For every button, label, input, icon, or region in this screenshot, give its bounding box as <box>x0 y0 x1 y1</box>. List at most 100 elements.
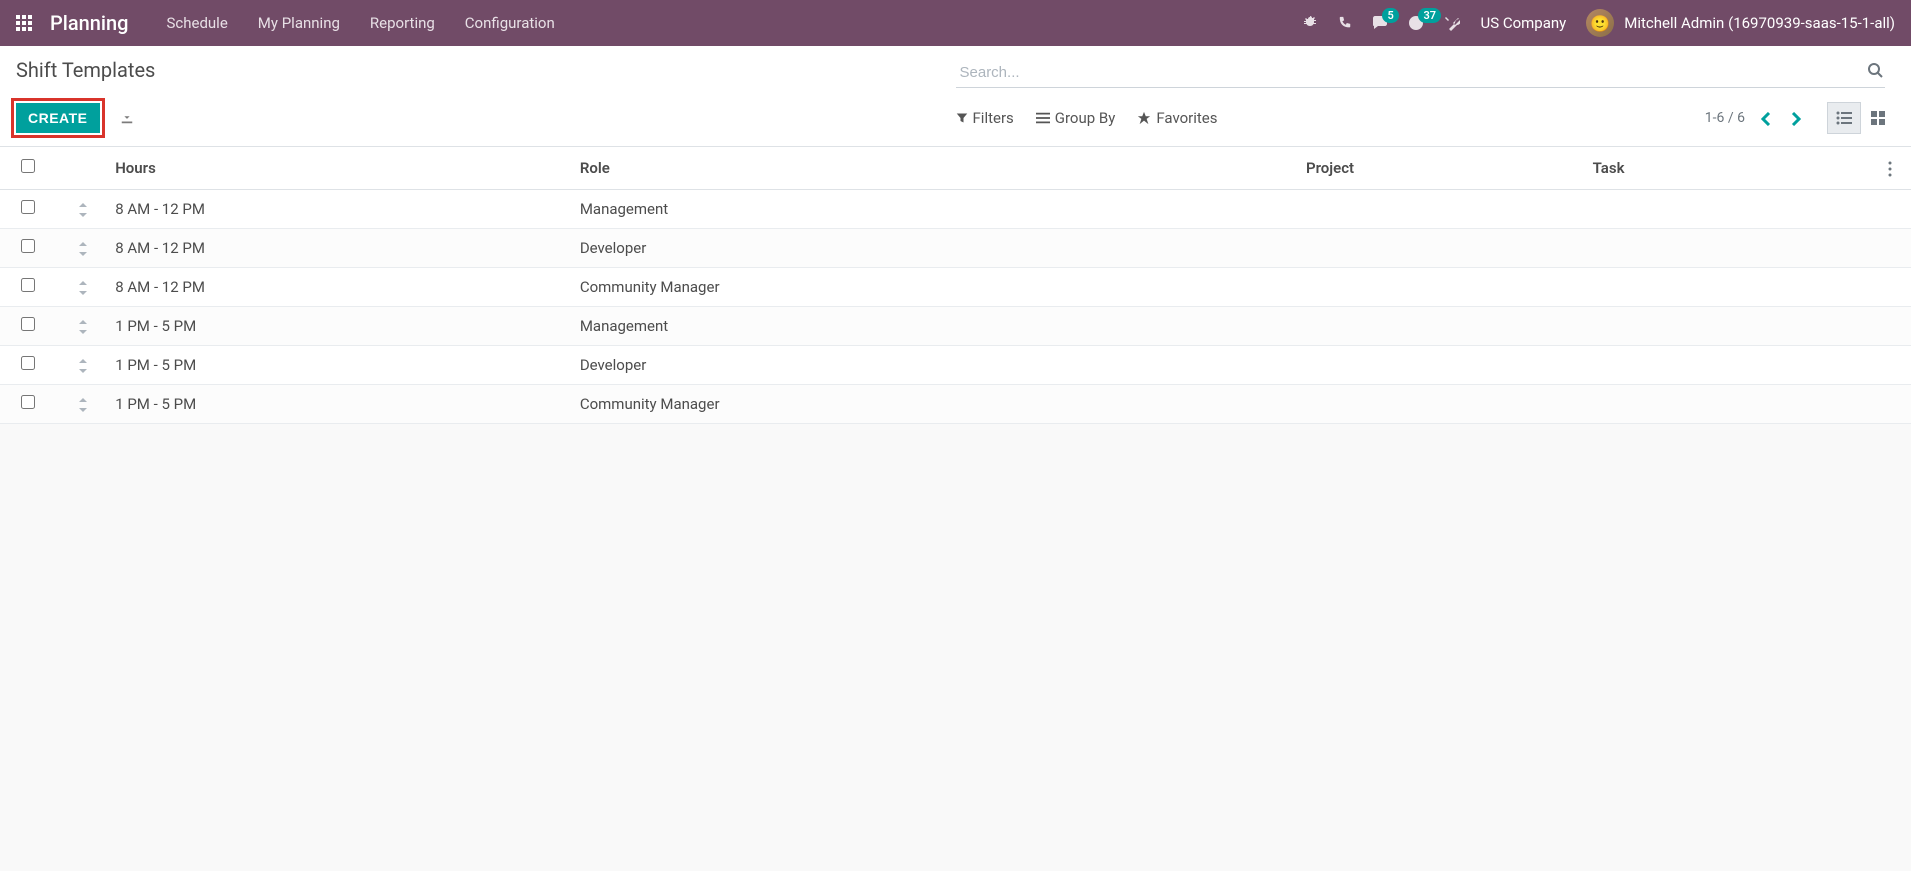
filters-label: Filters <box>973 109 1014 127</box>
table-row[interactable]: 8 AM - 12 PMDeveloper <box>0 229 1911 268</box>
cell-task[interactable] <box>1583 385 1870 424</box>
cell-role[interactable]: Management <box>570 190 1296 229</box>
cell-project[interactable] <box>1296 307 1583 346</box>
groupby-button[interactable]: Group By <box>1036 109 1116 127</box>
row-checkbox[interactable] <box>21 200 35 214</box>
cell-hours[interactable]: 8 AM - 12 PM <box>111 229 570 268</box>
header-checkbox-cell <box>0 147 56 190</box>
cell-spacer <box>1869 346 1911 385</box>
export-icon[interactable] <box>120 110 134 126</box>
row-checkbox[interactable] <box>21 278 35 292</box>
drag-handle-icon[interactable] <box>78 200 88 218</box>
conversations-icon[interactable]: 5 <box>1372 15 1388 31</box>
cell-hours[interactable]: 8 AM - 12 PM <box>111 190 570 229</box>
row-handle[interactable] <box>56 229 112 268</box>
pager-prev-icon[interactable] <box>1757 108 1775 129</box>
header-role[interactable]: Role <box>570 147 1296 190</box>
search-icon[interactable] <box>1867 62 1883 78</box>
row-checkbox[interactable] <box>21 356 35 370</box>
nav-right: 5 37 US Company 🙂 Mitchell Admin (169709… <box>1302 9 1895 37</box>
page-title: Shift Templates <box>16 58 155 82</box>
cell-role[interactable]: Developer <box>570 229 1296 268</box>
nav-item-schedule[interactable]: Schedule <box>166 14 227 32</box>
cell-role[interactable]: Developer <box>570 346 1296 385</box>
cell-role[interactable]: Community Manager <box>570 385 1296 424</box>
table-row[interactable]: 1 PM - 5 PMDeveloper <box>0 346 1911 385</box>
row-checkbox[interactable] <box>21 239 35 253</box>
create-button[interactable]: CREATE <box>16 103 100 133</box>
select-all-checkbox[interactable] <box>21 159 35 173</box>
cp-bottom: CREATE Filters Group By Favorites 1-6 / … <box>16 88 1895 146</box>
row-checkbox[interactable] <box>21 317 35 331</box>
pager: 1-6 / 6 <box>1705 102 1895 134</box>
filters-button[interactable]: Filters <box>956 109 1014 127</box>
row-checkbox[interactable] <box>21 395 35 409</box>
cell-project[interactable] <box>1296 229 1583 268</box>
phone-icon[interactable] <box>1338 16 1352 30</box>
cell-task[interactable] <box>1583 268 1870 307</box>
nav-menu: Schedule My Planning Reporting Configura… <box>166 14 554 32</box>
cell-task[interactable] <box>1583 229 1870 268</box>
table-row[interactable]: 1 PM - 5 PMManagement <box>0 307 1911 346</box>
user-menu[interactable]: 🙂 Mitchell Admin (16970939-saas-15-1-all… <box>1586 9 1895 37</box>
table-header-row: Hours Role Project Task <box>0 147 1911 190</box>
drag-handle-icon[interactable] <box>78 317 88 335</box>
row-handle[interactable] <box>56 268 112 307</box>
cell-spacer <box>1869 190 1911 229</box>
groupby-label: Group By <box>1055 109 1116 127</box>
pager-next-icon[interactable] <box>1787 108 1805 129</box>
cell-task[interactable] <box>1583 307 1870 346</box>
drag-handle-icon[interactable] <box>78 356 88 374</box>
nav-item-my-planning[interactable]: My Planning <box>258 14 340 32</box>
drag-handle-icon[interactable] <box>78 239 88 257</box>
search-input[interactable] <box>956 58 1886 88</box>
kanban-view-button[interactable] <box>1861 102 1895 134</box>
list-view-button[interactable] <box>1827 102 1861 134</box>
cell-spacer <box>1869 307 1911 346</box>
company-selector[interactable]: US Company <box>1480 14 1566 32</box>
cp-top: Shift Templates <box>16 58 1895 88</box>
row-handle[interactable] <box>56 385 112 424</box>
cell-task[interactable] <box>1583 346 1870 385</box>
nav-left: Planning Schedule My Planning Reporting … <box>16 11 555 35</box>
row-checkbox-cell <box>0 190 56 229</box>
cell-spacer <box>1869 229 1911 268</box>
cell-task[interactable] <box>1583 190 1870 229</box>
conversations-badge: 5 <box>1382 8 1398 23</box>
cell-project[interactable] <box>1296 385 1583 424</box>
apps-icon[interactable] <box>16 15 32 31</box>
cell-project[interactable] <box>1296 190 1583 229</box>
app-title[interactable]: Planning <box>50 11 128 35</box>
header-project[interactable]: Project <box>1296 147 1583 190</box>
cell-spacer <box>1869 385 1911 424</box>
drag-handle-icon[interactable] <box>78 278 88 296</box>
favorites-button[interactable]: Favorites <box>1137 109 1217 127</box>
cell-hours[interactable]: 1 PM - 5 PM <box>111 346 570 385</box>
header-hours[interactable]: Hours <box>111 147 570 190</box>
row-checkbox-cell <box>0 268 56 307</box>
row-handle[interactable] <box>56 346 112 385</box>
activities-icon[interactable]: 37 <box>1408 15 1424 31</box>
pager-text[interactable]: 1-6 / 6 <box>1705 110 1745 126</box>
bug-icon[interactable] <box>1302 15 1318 31</box>
cell-project[interactable] <box>1296 346 1583 385</box>
drag-handle-icon[interactable] <box>78 395 88 413</box>
table-row[interactable]: 8 AM - 12 PMCommunity Manager <box>0 268 1911 307</box>
header-optional-columns[interactable] <box>1869 147 1911 190</box>
cell-hours[interactable]: 8 AM - 12 PM <box>111 268 570 307</box>
row-checkbox-cell <box>0 385 56 424</box>
cell-hours[interactable]: 1 PM - 5 PM <box>111 385 570 424</box>
cell-hours[interactable]: 1 PM - 5 PM <box>111 307 570 346</box>
row-handle[interactable] <box>56 190 112 229</box>
tools-icon[interactable] <box>1444 15 1460 31</box>
favorites-label: Favorites <box>1156 109 1217 127</box>
table-row[interactable]: 1 PM - 5 PMCommunity Manager <box>0 385 1911 424</box>
table-row[interactable]: 8 AM - 12 PMManagement <box>0 190 1911 229</box>
cell-role[interactable]: Community Manager <box>570 268 1296 307</box>
nav-item-configuration[interactable]: Configuration <box>465 14 555 32</box>
row-handle[interactable] <box>56 307 112 346</box>
header-task[interactable]: Task <box>1583 147 1870 190</box>
cell-role[interactable]: Management <box>570 307 1296 346</box>
nav-item-reporting[interactable]: Reporting <box>370 14 435 32</box>
cell-project[interactable] <box>1296 268 1583 307</box>
